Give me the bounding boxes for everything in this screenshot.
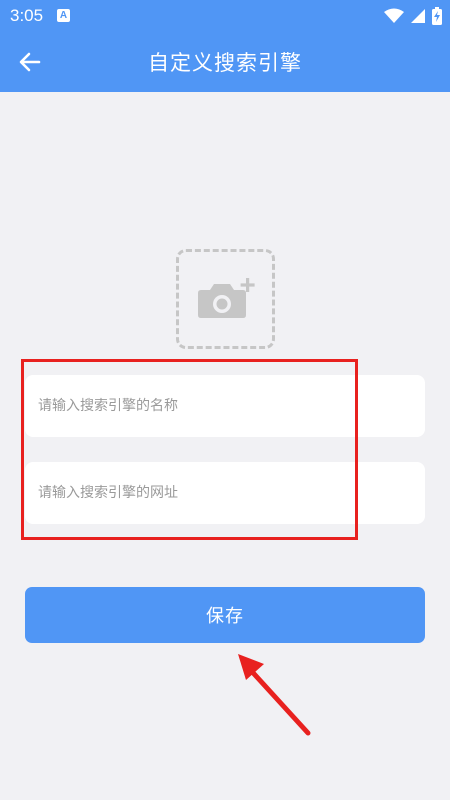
- engine-name-input[interactable]: [25, 375, 425, 437]
- annotation-arrow: [238, 654, 311, 736]
- save-button[interactable]: 保存: [25, 587, 425, 643]
- app-bar: 自定义搜索引擎: [0, 32, 450, 92]
- engine-url-field: [25, 462, 425, 524]
- battery-charging-icon: [432, 7, 442, 25]
- status-icons: [384, 6, 442, 26]
- camera-add-icon: [197, 278, 255, 318]
- engine-name-field: [25, 375, 425, 437]
- notification-badge: A: [57, 9, 70, 22]
- engine-url-input[interactable]: [25, 462, 425, 524]
- page-title: 自定义搜索引擎: [148, 51, 302, 75]
- icon-upload-button[interactable]: [176, 249, 275, 349]
- signal-icon: [411, 9, 425, 23]
- status-time: 3:05: [10, 6, 44, 25]
- wifi-icon: [384, 8, 404, 23]
- status-bar: 3:05 A: [0, 0, 450, 32]
